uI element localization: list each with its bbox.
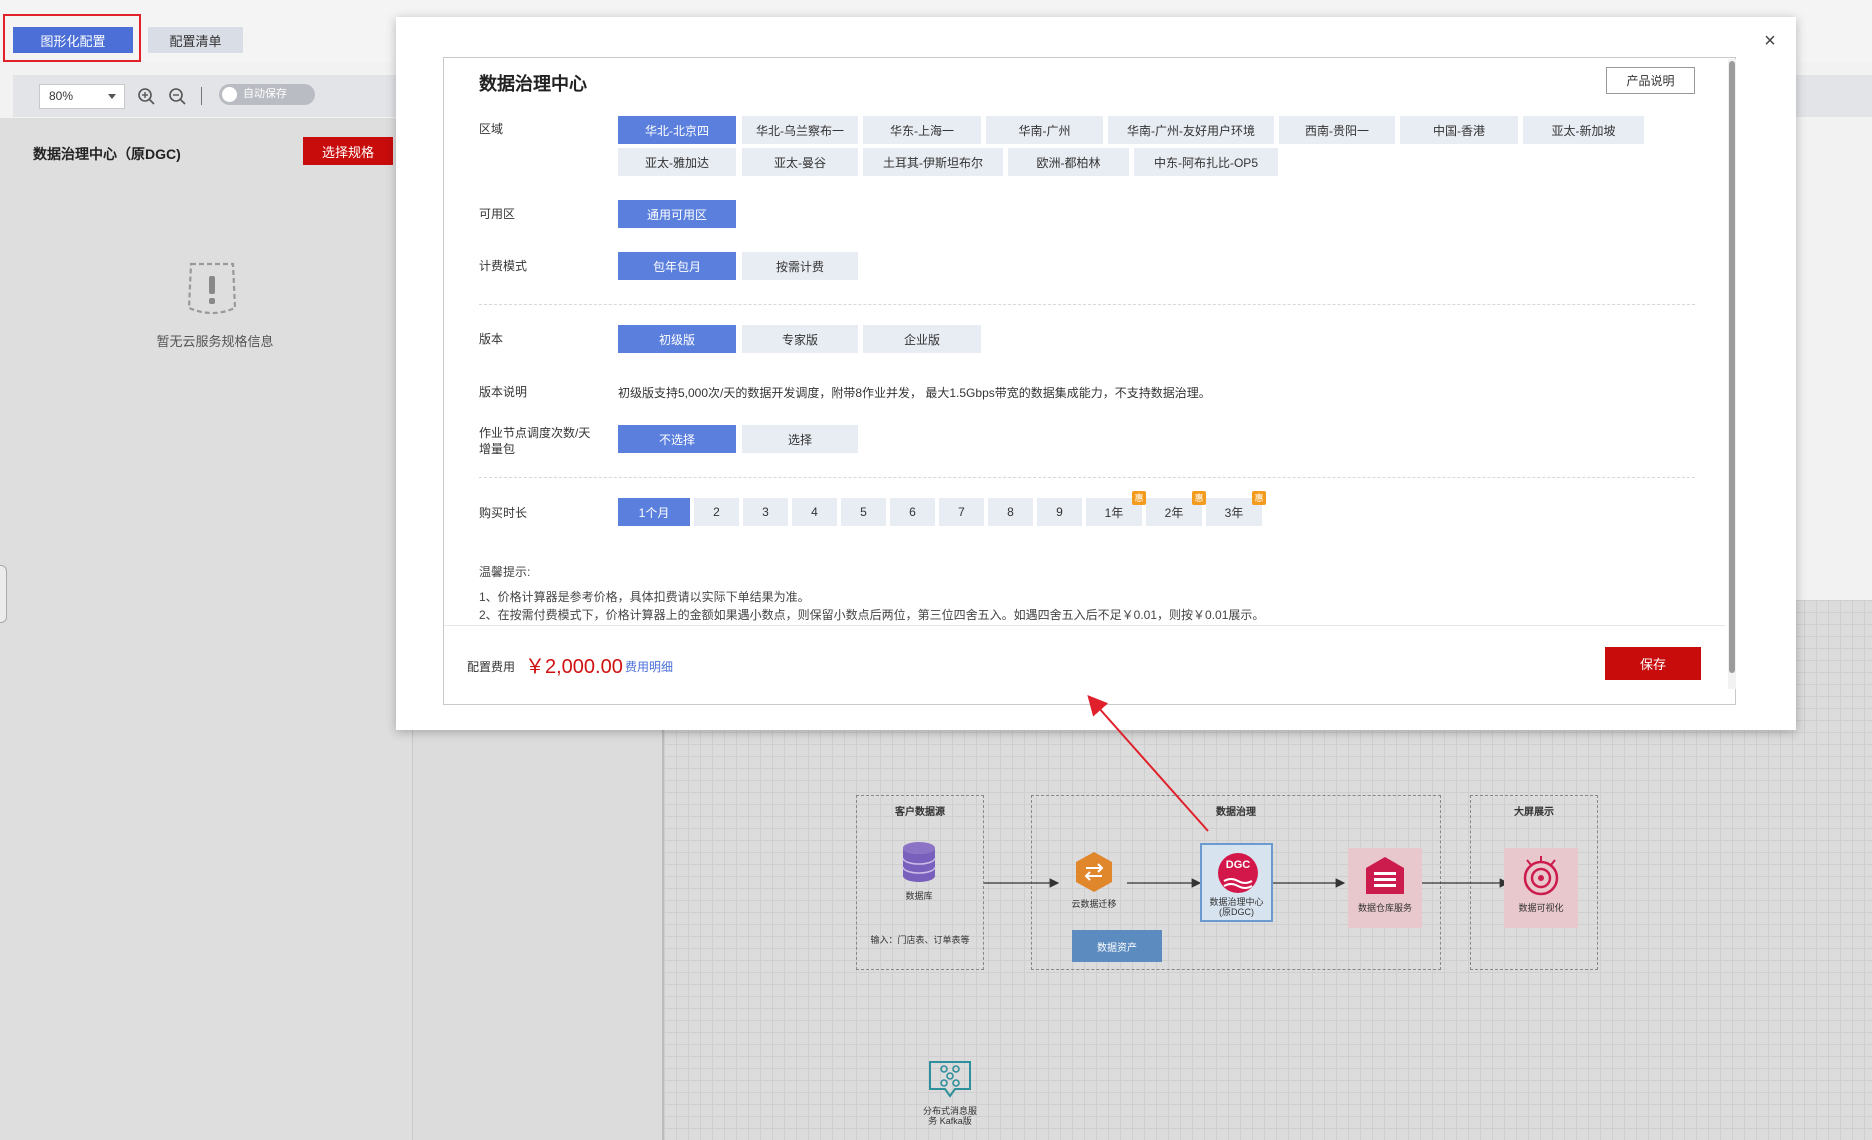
warehouse-label: 数据仓库服务 [1357, 903, 1412, 913]
autosave-toggle[interactable]: 自动保存 [219, 84, 315, 105]
duration-option[interactable]: 9 [1037, 498, 1082, 526]
billing-option[interactable]: 包年包月 [618, 252, 736, 280]
edition-option[interactable]: 专家版 [742, 325, 858, 353]
region-option[interactable]: 亚太-新加坡 [1523, 116, 1644, 144]
data-assets-node[interactable]: 数据资产 [1072, 930, 1162, 962]
warehouse-icon [1366, 857, 1404, 894]
region-option[interactable]: 中东-阿布扎比-OP5 [1134, 148, 1278, 176]
cloud-migration-icon[interactable] [1074, 850, 1114, 894]
service-title: 数据治理中心（原DGC) [33, 146, 181, 162]
region-option[interactable]: 亚太-曼谷 [742, 148, 858, 176]
discount-badge-icon: 惠 [1132, 491, 1146, 505]
duration-option[interactable]: 7 [939, 498, 984, 526]
az-label: 可用区 [479, 207, 516, 221]
region-option[interactable]: 西南-贵阳一 [1279, 116, 1395, 144]
az-option[interactable]: 通用可用区 [618, 200, 736, 228]
zoom-value: 80% [49, 89, 74, 103]
warehouse-node[interactable]: 数据仓库服务 [1348, 848, 1422, 928]
close-icon[interactable]: × [1760, 31, 1780, 51]
scrollbar-thumb[interactable] [1729, 61, 1735, 673]
duration-option[interactable]: 5 [841, 498, 886, 526]
edition-desc-label: 版本说明 [479, 385, 528, 399]
dgc-icon [1218, 853, 1258, 893]
dgc-node[interactable]: DGC 数据治理中心 (原DGC) [1200, 843, 1273, 922]
edition-desc-text: 初级版支持5,000次/天的数据开发调度，附带8作业并发， 最大1.5Gbps带… [618, 386, 1211, 400]
tab-config-list[interactable]: 配置清单 [148, 27, 243, 53]
database-icon[interactable] [899, 840, 939, 884]
billing-option[interactable]: 按需计费 [742, 252, 858, 280]
product-info-button[interactable]: 产品说明 [1606, 67, 1695, 94]
region-option[interactable]: 华南-广州 [986, 116, 1103, 144]
region-option[interactable]: 中国-香港 [1400, 116, 1518, 144]
toolbar-divider [201, 87, 202, 105]
dgc-icon-text: DGC [1225, 859, 1251, 871]
autosave-label: 自动保存 [243, 88, 287, 100]
migration-label: 云数据迁移 [1071, 899, 1117, 909]
duration-option[interactable]: 4 [792, 498, 837, 526]
region-option[interactable]: 华东-上海一 [863, 116, 981, 144]
discount-badge-icon: 惠 [1192, 491, 1206, 505]
left-panel: 数据治理中心（原DGC) 选择规格 暂无云服务规格信息 [0, 118, 412, 1140]
toggle-knob [222, 87, 237, 102]
visualization-icon [1523, 856, 1559, 896]
cost-label: 配置费用 [467, 660, 516, 674]
tips-title: 温馨提示: [479, 565, 531, 579]
zoom-select[interactable]: 80% [39, 84, 125, 109]
section-divider [479, 304, 1695, 305]
edition-label: 版本 [479, 332, 504, 346]
chevron-down-icon [108, 94, 116, 99]
edition-option[interactable]: 企业版 [863, 325, 981, 353]
billing-label: 计费模式 [479, 259, 528, 273]
region-option[interactable]: 欧洲-都柏林 [1008, 148, 1129, 176]
duration-label: 购买时长 [479, 506, 528, 520]
duration-option[interactable]: 8 [988, 498, 1033, 526]
database-label: 数据库 [905, 891, 933, 901]
save-button[interactable]: 保存 [1605, 647, 1701, 680]
input-label: 输入：门店表、订单表等 [870, 935, 970, 945]
region-option[interactable]: 亚太-雅加达 [618, 148, 736, 176]
region-label: 区域 [479, 122, 504, 136]
cost-value: ￥2,000.00 [525, 656, 623, 678]
addon-label-line1: 作业节点调度次数/天 [479, 426, 591, 440]
choose-spec-button[interactable]: 选择规格 [303, 137, 393, 165]
kafka-icon[interactable] [927, 1059, 973, 1099]
addon-option[interactable]: 选择 [742, 425, 858, 453]
kafka-label-line2: 务 Kafka版 [928, 1116, 972, 1126]
region-option[interactable]: 土耳其-伊斯坦布尔 [863, 148, 1003, 176]
tip-line: 1、价格计算器是参考价格，具体扣费请以实际下单结果为准。 [479, 590, 810, 604]
empty-state-text: 暂无云服务规格信息 [156, 334, 274, 349]
region-option[interactable]: 华北-北京四 [618, 116, 736, 144]
visualization-node[interactable]: 数据可视化 [1504, 848, 1578, 928]
tab-graphic-config[interactable]: 图形化配置 [13, 27, 133, 53]
duration-option[interactable]: 1个月 [618, 498, 690, 526]
duration-option[interactable]: 2 [694, 498, 739, 526]
duration-option[interactable]: 6 [890, 498, 935, 526]
empty-state-icon [187, 262, 237, 315]
tip-line: 2、在按需付费模式下，价格计算器上的金额如果遇小数点，则保留小数点后两位，第三位… [479, 608, 1265, 622]
addon-option[interactable]: 不选择 [618, 425, 736, 453]
discount-badge-icon: 惠 [1252, 491, 1266, 505]
side-collapse-handle[interactable] [0, 565, 7, 623]
zoom-out-icon[interactable] [168, 87, 186, 105]
cost-detail-link[interactable]: 费用明细 [625, 658, 673, 675]
edition-option[interactable]: 初级版 [618, 325, 736, 353]
modal-title: 数据治理中心 [479, 74, 587, 94]
visualization-label: 数据可视化 [1518, 903, 1564, 913]
zoom-in-icon[interactable] [137, 87, 155, 105]
region-option[interactable]: 华北-乌兰察布一 [742, 116, 858, 144]
section-divider [479, 477, 1695, 478]
region-option[interactable]: 华南-广州-友好用户环境 [1108, 116, 1274, 144]
footer-divider [444, 625, 1725, 626]
addon-label-line2: 增量包 [479, 442, 516, 456]
spec-modal: × 数据治理中心 产品说明 区域 华北-北京四 华北-乌兰察布一 华东-上海一 … [396, 17, 1796, 730]
dgc-label-line2: (原DGC) [1219, 907, 1254, 917]
duration-option[interactable]: 3 [743, 498, 788, 526]
